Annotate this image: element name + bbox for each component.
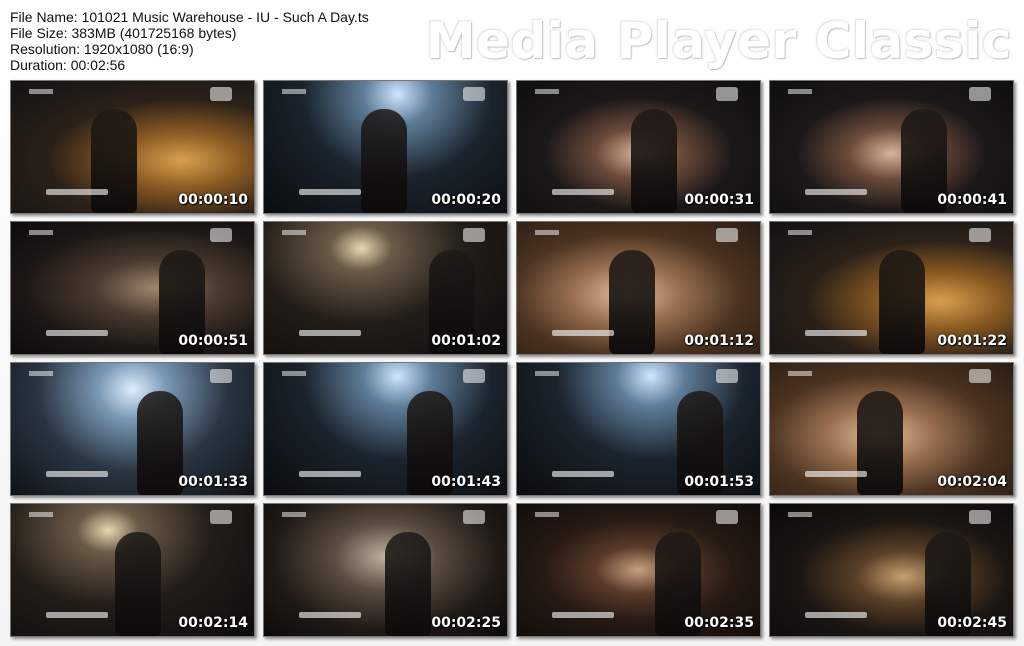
video-thumbnail: 00:01:43 [263,362,508,496]
show-logo [969,87,991,101]
video-thumbnail: 00:02:45 [769,503,1014,637]
thumbnail-timestamp: 00:00:31 [684,192,754,208]
performer-silhouette [857,391,903,495]
subtitle-caption [805,471,867,477]
performer-silhouette [361,109,407,213]
video-thumbnail: 00:00:10 [10,80,255,214]
thumbnail-timestamp: 00:00:20 [431,192,501,208]
show-logo [969,228,991,242]
subtitle-caption [299,612,361,618]
subtitle-caption [552,612,614,618]
channel-logo [282,230,306,235]
thumbnail-timestamp: 00:02:14 [178,615,248,631]
thumbnail-timestamp: 00:01:53 [684,474,754,490]
show-logo [210,228,232,242]
channel-logo [788,512,812,517]
channel-logo [535,89,559,94]
thumbnail-timestamp: 00:00:10 [178,192,248,208]
show-logo [716,510,738,524]
subtitle-caption [46,612,108,618]
thumbnail-timestamp: 00:01:33 [178,474,248,490]
channel-logo [535,230,559,235]
video-thumbnail: 00:01:22 [769,221,1014,355]
performer-silhouette [631,109,677,213]
video-thumbnail: 00:01:02 [263,221,508,355]
thumbnail-timestamp: 00:01:02 [431,333,501,349]
subtitle-caption [46,330,108,336]
show-logo [463,510,485,524]
subtitle-caption [805,189,867,195]
subtitle-caption [552,471,614,477]
thumbnail-grid: 00:00:10 00:00:20 00:00:31 00:00:41 00:00:51… [0,0,1024,646]
channel-logo [282,371,306,376]
video-thumbnail: 00:01:12 [516,221,761,355]
thumbnail-timestamp: 00:01:43 [431,474,501,490]
show-logo [716,369,738,383]
show-logo [210,369,232,383]
show-logo [716,87,738,101]
video-thumbnail: 00:01:33 [10,362,255,496]
channel-logo [788,371,812,376]
channel-logo [29,230,53,235]
show-logo [463,228,485,242]
subtitle-caption [805,330,867,336]
video-thumbnail: 00:02:04 [769,362,1014,496]
performer-silhouette [115,532,161,636]
channel-logo [29,512,53,517]
subtitle-caption [552,189,614,195]
video-thumbnail: 00:00:20 [263,80,508,214]
channel-logo [282,89,306,94]
show-logo [969,510,991,524]
channel-logo [535,371,559,376]
performer-silhouette [137,391,183,495]
show-logo [463,87,485,101]
subtitle-caption [552,330,614,336]
show-logo [463,369,485,383]
video-thumbnail: 00:00:51 [10,221,255,355]
performer-silhouette [879,250,925,354]
video-thumbnail: 00:00:41 [769,80,1014,214]
subtitle-caption [299,189,361,195]
performer-silhouette [91,109,137,213]
video-thumbnail: 00:00:31 [516,80,761,214]
show-logo [716,228,738,242]
subtitle-caption [46,471,108,477]
video-thumbnail: 00:02:14 [10,503,255,637]
thumbnail-timestamp: 00:02:25 [431,615,501,631]
channel-logo [29,371,53,376]
channel-logo [282,512,306,517]
thumbnail-timestamp: 00:02:04 [937,474,1007,490]
thumbnail-timestamp: 00:00:41 [937,192,1007,208]
show-logo [210,510,232,524]
subtitle-caption [299,471,361,477]
performer-silhouette [385,532,431,636]
channel-logo [29,89,53,94]
thumbnail-timestamp: 00:02:35 [684,615,754,631]
subtitle-caption [299,330,361,336]
subtitle-caption [805,612,867,618]
video-thumbnail: 00:02:35 [516,503,761,637]
video-thumbnail: 00:02:25 [263,503,508,637]
channel-logo [535,512,559,517]
thumbnail-timestamp: 00:01:12 [684,333,754,349]
show-logo [969,369,991,383]
thumbnail-timestamp: 00:01:22 [937,333,1007,349]
channel-logo [788,89,812,94]
show-logo [210,87,232,101]
subtitle-caption [46,189,108,195]
performer-silhouette [609,250,655,354]
video-thumbnail: 00:01:53 [516,362,761,496]
thumbnail-timestamp: 00:00:51 [178,333,248,349]
channel-logo [788,230,812,235]
thumbnail-timestamp: 00:02:45 [937,615,1007,631]
